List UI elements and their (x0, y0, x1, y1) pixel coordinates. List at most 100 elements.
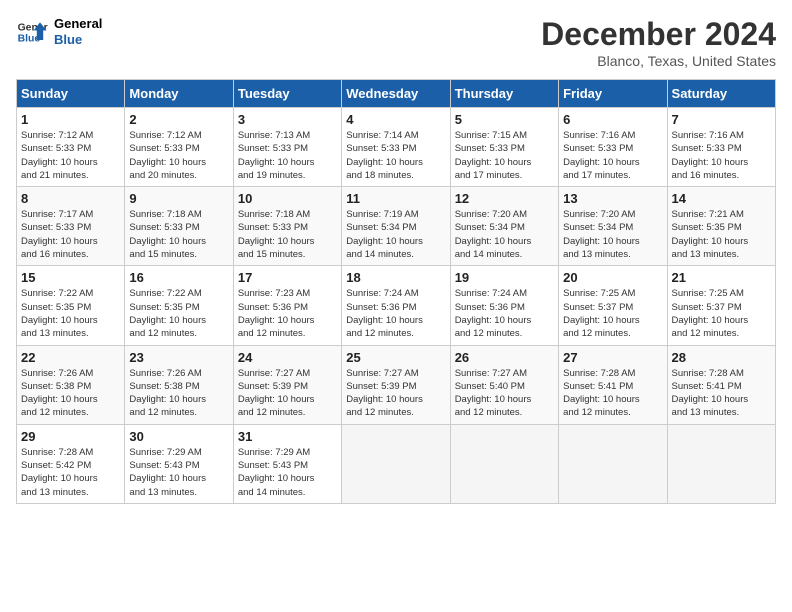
header-thursday: Thursday (450, 80, 558, 108)
day-number: 24 (238, 350, 337, 365)
calendar-cell: 8 Sunrise: 7:17 AM Sunset: 5:33 PM Daylig… (17, 187, 125, 266)
day-number: 21 (672, 270, 771, 285)
day-number: 10 (238, 191, 337, 206)
day-number: 22 (21, 350, 120, 365)
calendar-subtitle: Blanco, Texas, United States (541, 53, 776, 69)
calendar-cell: 22 Sunrise: 7:26 AM Sunset: 5:38 PM Dayli… (17, 345, 125, 424)
calendar-cell: 18Sunrise: 7:24 AM Sunset: 5:36 PM Dayli… (342, 266, 450, 345)
day-number: 3 (238, 112, 337, 127)
day-info: Sunrise: 7:12 AM Sunset: 5:33 PM Dayligh… (21, 129, 120, 182)
calendar-cell (450, 424, 558, 503)
day-number: 15 (21, 270, 120, 285)
calendar-cell: 2Sunrise: 7:12 AM Sunset: 5:33 PM Daylig… (125, 108, 233, 187)
day-info: Sunrise: 7:12 AM Sunset: 5:33 PM Dayligh… (129, 129, 228, 182)
day-number: 19 (455, 270, 554, 285)
day-info: Sunrise: 7:18 AM Sunset: 5:33 PM Dayligh… (238, 208, 337, 261)
day-info: Sunrise: 7:26 AM Sunset: 5:38 PM Dayligh… (129, 367, 228, 420)
day-info: Sunrise: 7:26 AM Sunset: 5:38 PM Dayligh… (21, 367, 120, 420)
day-info: Sunrise: 7:28 AM Sunset: 5:42 PM Dayligh… (21, 446, 120, 499)
day-info: Sunrise: 7:22 AM Sunset: 5:35 PM Dayligh… (129, 287, 228, 340)
calendar-cell: 26Sunrise: 7:27 AM Sunset: 5:40 PM Dayli… (450, 345, 558, 424)
day-info: Sunrise: 7:15 AM Sunset: 5:33 PM Dayligh… (455, 129, 554, 182)
day-number: 27 (563, 350, 662, 365)
day-info: Sunrise: 7:19 AM Sunset: 5:34 PM Dayligh… (346, 208, 445, 261)
calendar-week-1: 8 Sunrise: 7:17 AM Sunset: 5:33 PM Daylig… (17, 187, 776, 266)
day-number: 20 (563, 270, 662, 285)
day-number: 23 (129, 350, 228, 365)
calendar-cell: 6 Sunrise: 7:16 AM Sunset: 5:33 PM Daylig… (559, 108, 667, 187)
day-number: 29 (21, 429, 120, 444)
day-info: Sunrise: 7:18 AM Sunset: 5:33 PM Dayligh… (129, 208, 228, 261)
calendar-cell: 3 Sunrise: 7:13 AM Sunset: 5:33 PM Daylig… (233, 108, 341, 187)
header-saturday: Saturday (667, 80, 775, 108)
day-info: Sunrise: 7:16 AM Sunset: 5:33 PM Dayligh… (563, 129, 662, 182)
header-wednesday: Wednesday (342, 80, 450, 108)
day-info: Sunrise: 7:13 AM Sunset: 5:33 PM Dayligh… (238, 129, 337, 182)
day-info: Sunrise: 7:25 AM Sunset: 5:37 PM Dayligh… (563, 287, 662, 340)
logo: General Blue General Blue (16, 16, 102, 48)
calendar-cell: 29 Sunrise: 7:28 AM Sunset: 5:42 PM Dayli… (17, 424, 125, 503)
day-info: Sunrise: 7:14 AM Sunset: 5:33 PM Dayligh… (346, 129, 445, 182)
calendar-cell: 12 Sunrise: 7:20 AM Sunset: 5:34 PM Dayli… (450, 187, 558, 266)
calendar-cell: 1 Sunrise: 7:12 AM Sunset: 5:33 PM Daylig… (17, 108, 125, 187)
header: General Blue General Blue December 2024 … (16, 16, 776, 69)
calendar-cell: 17 Sunrise: 7:23 AM Sunset: 5:36 PM Dayli… (233, 266, 341, 345)
calendar-cell (559, 424, 667, 503)
day-number: 14 (672, 191, 771, 206)
calendar-cell: 30Sunrise: 7:29 AM Sunset: 5:43 PM Dayli… (125, 424, 233, 503)
day-info: Sunrise: 7:20 AM Sunset: 5:34 PM Dayligh… (455, 208, 554, 261)
day-number: 25 (346, 350, 445, 365)
calendar-cell: 25 Sunrise: 7:27 AM Sunset: 5:39 PM Dayli… (342, 345, 450, 424)
day-number: 1 (21, 112, 120, 127)
day-info: Sunrise: 7:23 AM Sunset: 5:36 PM Dayligh… (238, 287, 337, 340)
calendar-table: SundayMondayTuesdayWednesdayThursdayFrid… (16, 79, 776, 504)
calendar-week-3: 22 Sunrise: 7:26 AM Sunset: 5:38 PM Dayli… (17, 345, 776, 424)
day-info: Sunrise: 7:22 AM Sunset: 5:35 PM Dayligh… (21, 287, 120, 340)
calendar-cell: 21 Sunrise: 7:25 AM Sunset: 5:37 PM Dayli… (667, 266, 775, 345)
day-info: Sunrise: 7:25 AM Sunset: 5:37 PM Dayligh… (672, 287, 771, 340)
calendar-cell: 28Sunrise: 7:28 AM Sunset: 5:41 PM Dayli… (667, 345, 775, 424)
header-sunday: Sunday (17, 80, 125, 108)
calendar-cell: 23 Sunrise: 7:26 AM Sunset: 5:38 PM Dayli… (125, 345, 233, 424)
day-number: 12 (455, 191, 554, 206)
calendar-week-2: 15 Sunrise: 7:22 AM Sunset: 5:35 PM Dayli… (17, 266, 776, 345)
calendar-cell: 10 Sunrise: 7:18 AM Sunset: 5:33 PM Dayli… (233, 187, 341, 266)
day-info: Sunrise: 7:28 AM Sunset: 5:41 PM Dayligh… (672, 367, 771, 420)
day-number: 9 (129, 191, 228, 206)
day-number: 26 (455, 350, 554, 365)
day-number: 4 (346, 112, 445, 127)
day-info: Sunrise: 7:27 AM Sunset: 5:39 PM Dayligh… (346, 367, 445, 420)
calendar-header-row: SundayMondayTuesdayWednesdayThursdayFrid… (17, 80, 776, 108)
day-info: Sunrise: 7:17 AM Sunset: 5:33 PM Dayligh… (21, 208, 120, 261)
calendar-cell (342, 424, 450, 503)
day-info: Sunrise: 7:20 AM Sunset: 5:34 PM Dayligh… (563, 208, 662, 261)
day-info: Sunrise: 7:29 AM Sunset: 5:43 PM Dayligh… (129, 446, 228, 499)
day-number: 16 (129, 270, 228, 285)
calendar-cell: 31Sunrise: 7:29 AM Sunset: 5:43 PM Dayli… (233, 424, 341, 503)
day-info: Sunrise: 7:24 AM Sunset: 5:36 PM Dayligh… (455, 287, 554, 340)
day-info: Sunrise: 7:28 AM Sunset: 5:41 PM Dayligh… (563, 367, 662, 420)
day-info: Sunrise: 7:27 AM Sunset: 5:39 PM Dayligh… (238, 367, 337, 420)
calendar-cell: 5Sunrise: 7:15 AM Sunset: 5:33 PM Daylig… (450, 108, 558, 187)
logo-line2: Blue (54, 32, 102, 48)
logo-line1: General (54, 16, 102, 32)
header-monday: Monday (125, 80, 233, 108)
day-number: 17 (238, 270, 337, 285)
day-number: 6 (563, 112, 662, 127)
calendar-cell: 15 Sunrise: 7:22 AM Sunset: 5:35 PM Dayli… (17, 266, 125, 345)
calendar-cell: 4 Sunrise: 7:14 AM Sunset: 5:33 PM Daylig… (342, 108, 450, 187)
calendar-cell: 24 Sunrise: 7:27 AM Sunset: 5:39 PM Dayli… (233, 345, 341, 424)
calendar-cell: 9 Sunrise: 7:18 AM Sunset: 5:33 PM Daylig… (125, 187, 233, 266)
day-number: 13 (563, 191, 662, 206)
calendar-cell: 14Sunrise: 7:21 AM Sunset: 5:35 PM Dayli… (667, 187, 775, 266)
day-number: 18 (346, 270, 445, 285)
day-number: 8 (21, 191, 120, 206)
calendar-cell: 11 Sunrise: 7:19 AM Sunset: 5:34 PM Dayli… (342, 187, 450, 266)
calendar-week-4: 29 Sunrise: 7:28 AM Sunset: 5:42 PM Dayli… (17, 424, 776, 503)
calendar-cell: 20 Sunrise: 7:25 AM Sunset: 5:37 PM Dayli… (559, 266, 667, 345)
day-number: 11 (346, 191, 445, 206)
header-friday: Friday (559, 80, 667, 108)
calendar-title: December 2024 (541, 16, 776, 53)
day-info: Sunrise: 7:29 AM Sunset: 5:43 PM Dayligh… (238, 446, 337, 499)
calendar-cell: 19 Sunrise: 7:24 AM Sunset: 5:36 PM Dayli… (450, 266, 558, 345)
